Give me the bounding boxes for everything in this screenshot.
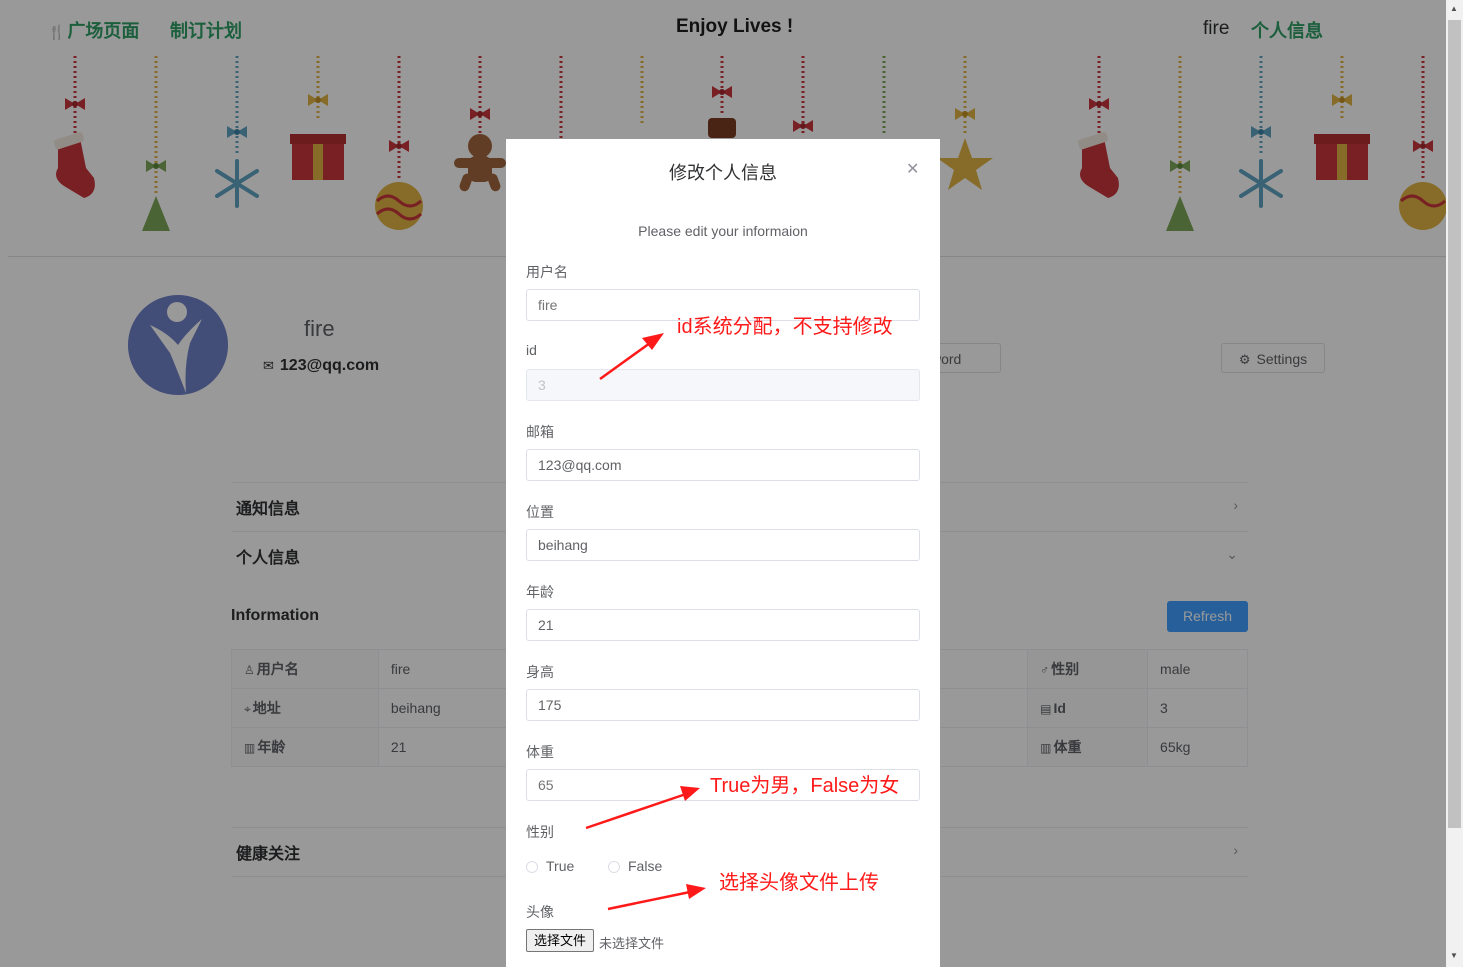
scroll-down-icon[interactable]: ▼ (1450, 951, 1458, 960)
gender-annotation: True为男，False为女 (710, 775, 900, 797)
page: 🍴 广场页面 制订计划 Enjoy Lives ! fire 个人信息 fire… (0, 0, 1446, 967)
avatar-annotation-arrow (607, 890, 691, 911)
annotation-arrows (585, 333, 706, 911)
scroll-up-icon[interactable]: ▲ (1450, 4, 1458, 13)
id-annotation-arrow (599, 341, 651, 381)
id-annotation: id系统分配，不支持修改 (677, 316, 893, 338)
gender-annotation-arrowhead (680, 786, 700, 801)
scrollbar-thumb[interactable] (1448, 20, 1461, 828)
gender-annotation-arrow (585, 792, 687, 830)
avatar-annotation-arrowhead (686, 884, 706, 899)
vertical-scrollbar[interactable]: ▲ ▼ (1446, 0, 1463, 967)
avatar-annotation: 选择头像文件上传 (719, 872, 879, 894)
